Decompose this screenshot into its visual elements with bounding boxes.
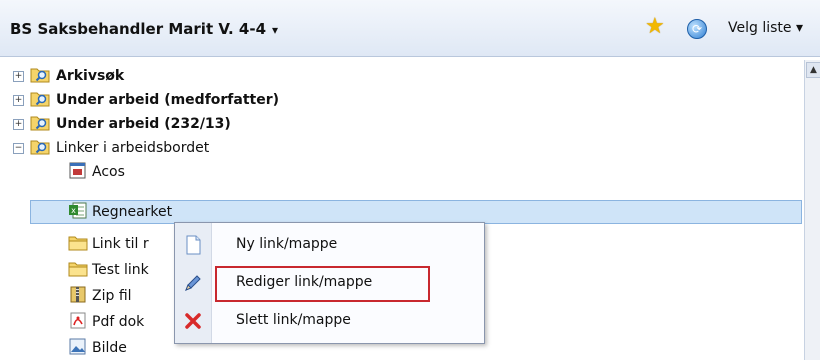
list-header: BS Saksbehandler Marit V. 4-4 ▾ ★ ⟳ Velg …: [0, 0, 820, 57]
tree-item-label: Zip fil: [92, 288, 132, 304]
star-icon[interactable]: ★: [645, 16, 665, 38]
image-file-icon: [69, 338, 86, 355]
tree-item-regnearket[interactable]: x Regnearket: [0, 200, 804, 224]
expand-icon[interactable]: +: [13, 119, 24, 130]
tree-item-label: Bilde: [92, 340, 127, 356]
search-folder-icon: [30, 68, 50, 83]
svg-text:x: x: [71, 206, 76, 215]
vertical-scrollbar[interactable]: ▲: [804, 60, 820, 360]
context-menu: Ny link/mappe Rediger link/mappe Slett l…: [174, 222, 485, 344]
tree-item-under-arbeid-232[interactable]: + Under arbeid (232/13): [0, 112, 804, 136]
velg-liste-dropdown[interactable]: Velg liste ▾: [728, 20, 803, 36]
folder-icon: [68, 262, 88, 277]
menu-item-label: Slett link/mappe: [236, 312, 351, 328]
tree-item-label: Regnearket: [92, 204, 173, 220]
pdf-file-icon: [70, 312, 86, 329]
pencil-icon: [185, 275, 201, 291]
zip-file-icon: [70, 286, 86, 303]
tree-item-label: Arkivsøk: [56, 68, 125, 84]
tree-item-acos[interactable]: Acos: [0, 160, 804, 184]
search-folder-icon: [30, 116, 50, 131]
new-document-icon: [186, 235, 201, 255]
expand-icon[interactable]: +: [13, 71, 24, 82]
folder-icon: [68, 236, 88, 251]
tree-item-label: Link til r: [92, 236, 149, 252]
excel-file-icon: x: [69, 202, 87, 219]
tree-item-label: Linker i arbeidsbordet: [56, 140, 210, 156]
tree-item-label: Pdf dok: [92, 314, 145, 330]
tree-item-label: Test link: [92, 262, 149, 278]
menu-item-ny-link[interactable]: Ny link/mappe: [175, 227, 484, 263]
refresh-icon[interactable]: ⟳: [687, 19, 707, 39]
collapse-icon[interactable]: −: [13, 143, 24, 154]
tree-item-label: Under arbeid (232/13): [56, 116, 231, 132]
app-window-icon: [69, 162, 86, 179]
menu-item-label: Ny link/mappe: [236, 236, 338, 252]
search-folder-icon: [30, 140, 50, 155]
highlight-box: [215, 266, 430, 302]
expand-icon[interactable]: +: [13, 95, 24, 106]
velg-liste-label: Velg liste: [728, 20, 792, 36]
menu-item-slett-link[interactable]: Slett link/mappe: [175, 303, 484, 339]
tree-item-linker-i-arbeidsbordet[interactable]: − Linker i arbeidsbordet: [0, 136, 804, 160]
delete-x-icon: [185, 313, 201, 329]
list-title: BS Saksbehandler Marit V. 4-4: [10, 20, 267, 38]
scroll-up-icon[interactable]: ▲: [806, 62, 820, 78]
chevron-down-icon: ▾: [272, 23, 279, 37]
list-title-dropdown[interactable]: BS Saksbehandler Marit V. 4-4 ▾: [10, 20, 278, 38]
tree-item-under-arbeid-medforfatter[interactable]: + Under arbeid (medforfatter): [0, 88, 804, 112]
tree-item-label: Under arbeid (medforfatter): [56, 92, 280, 108]
tree-item-label: Acos: [92, 164, 125, 180]
tree-item-arkivsok[interactable]: + Arkivsøk: [0, 64, 804, 88]
search-folder-icon: [30, 92, 50, 107]
